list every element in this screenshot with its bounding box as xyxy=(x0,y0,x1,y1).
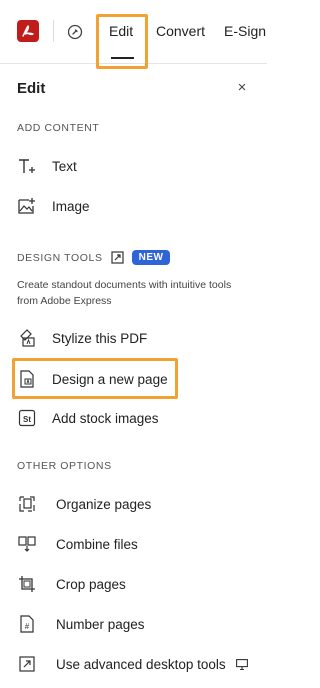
combine-files-item[interactable]: Combine files xyxy=(16,530,138,558)
active-tab-indicator xyxy=(111,57,134,59)
stylize-pdf-label: Stylize this PDF xyxy=(52,330,148,346)
comment-tool-icon[interactable] xyxy=(66,23,84,41)
design-new-page-item[interactable]: Design a new page xyxy=(16,365,168,393)
tab-edit[interactable]: Edit xyxy=(109,22,133,40)
tab-esign[interactable]: E-Sign xyxy=(224,22,266,40)
add-stock-images-label: Add stock images xyxy=(52,410,159,426)
panel-title: Edit xyxy=(17,80,46,97)
design-tools-header: DESIGN TOOLS NEW xyxy=(17,250,171,265)
design-tools-header-text: DESIGN TOOLS xyxy=(17,251,103,264)
other-options-header: OTHER OPTIONS xyxy=(17,460,112,472)
number-pages-icon: # xyxy=(16,613,38,635)
desktop-monitor-icon xyxy=(235,658,248,670)
add-image-icon xyxy=(16,195,38,217)
add-content-header: ADD CONTENT xyxy=(17,122,100,134)
add-stock-images-item[interactable]: St Add stock images xyxy=(16,404,159,432)
add-text-icon xyxy=(16,155,38,177)
new-badge: NEW xyxy=(131,250,171,265)
add-text-label: Text xyxy=(52,158,77,174)
organize-pages-label: Organize pages xyxy=(56,496,152,512)
combine-files-icon xyxy=(16,533,38,555)
design-new-page-label: Design a new page xyxy=(52,371,168,387)
add-image-label: Image xyxy=(52,198,90,214)
acrobat-logo-icon[interactable] xyxy=(17,20,39,42)
svg-text:St: St xyxy=(23,415,31,424)
crop-pages-label: Crop pages xyxy=(56,576,126,592)
top-toolbar: Edit Convert E-Sign xyxy=(0,0,267,69)
stock-images-icon: St xyxy=(16,407,38,429)
crop-pages-item[interactable]: Crop pages xyxy=(16,570,126,598)
stylize-icon xyxy=(16,327,38,349)
add-image-item[interactable]: Image xyxy=(16,192,90,220)
design-page-icon xyxy=(16,368,38,390)
organize-pages-icon xyxy=(16,493,38,515)
tab-convert[interactable]: Convert xyxy=(156,22,205,40)
add-text-item[interactable]: Text xyxy=(16,152,77,180)
advanced-desktop-tools-label: Use advanced desktop tools xyxy=(56,656,226,672)
stylize-pdf-item[interactable]: Stylize this PDF xyxy=(16,324,147,352)
number-pages-item[interactable]: # Number pages xyxy=(16,610,145,638)
advanced-desktop-tools-item[interactable]: Use advanced desktop tools xyxy=(16,650,248,678)
design-tools-description: Create standout documents with intuitive… xyxy=(17,279,232,307)
crop-icon xyxy=(16,573,38,595)
svg-text:#: # xyxy=(25,622,30,631)
external-link-icon xyxy=(110,251,124,264)
toolbar-divider xyxy=(53,20,54,42)
number-pages-label: Number pages xyxy=(56,616,145,632)
combine-files-label: Combine files xyxy=(56,536,138,552)
desktop-tools-icon xyxy=(16,653,38,675)
close-icon[interactable]: × xyxy=(234,80,250,96)
organize-pages-item[interactable]: Organize pages xyxy=(16,490,151,518)
